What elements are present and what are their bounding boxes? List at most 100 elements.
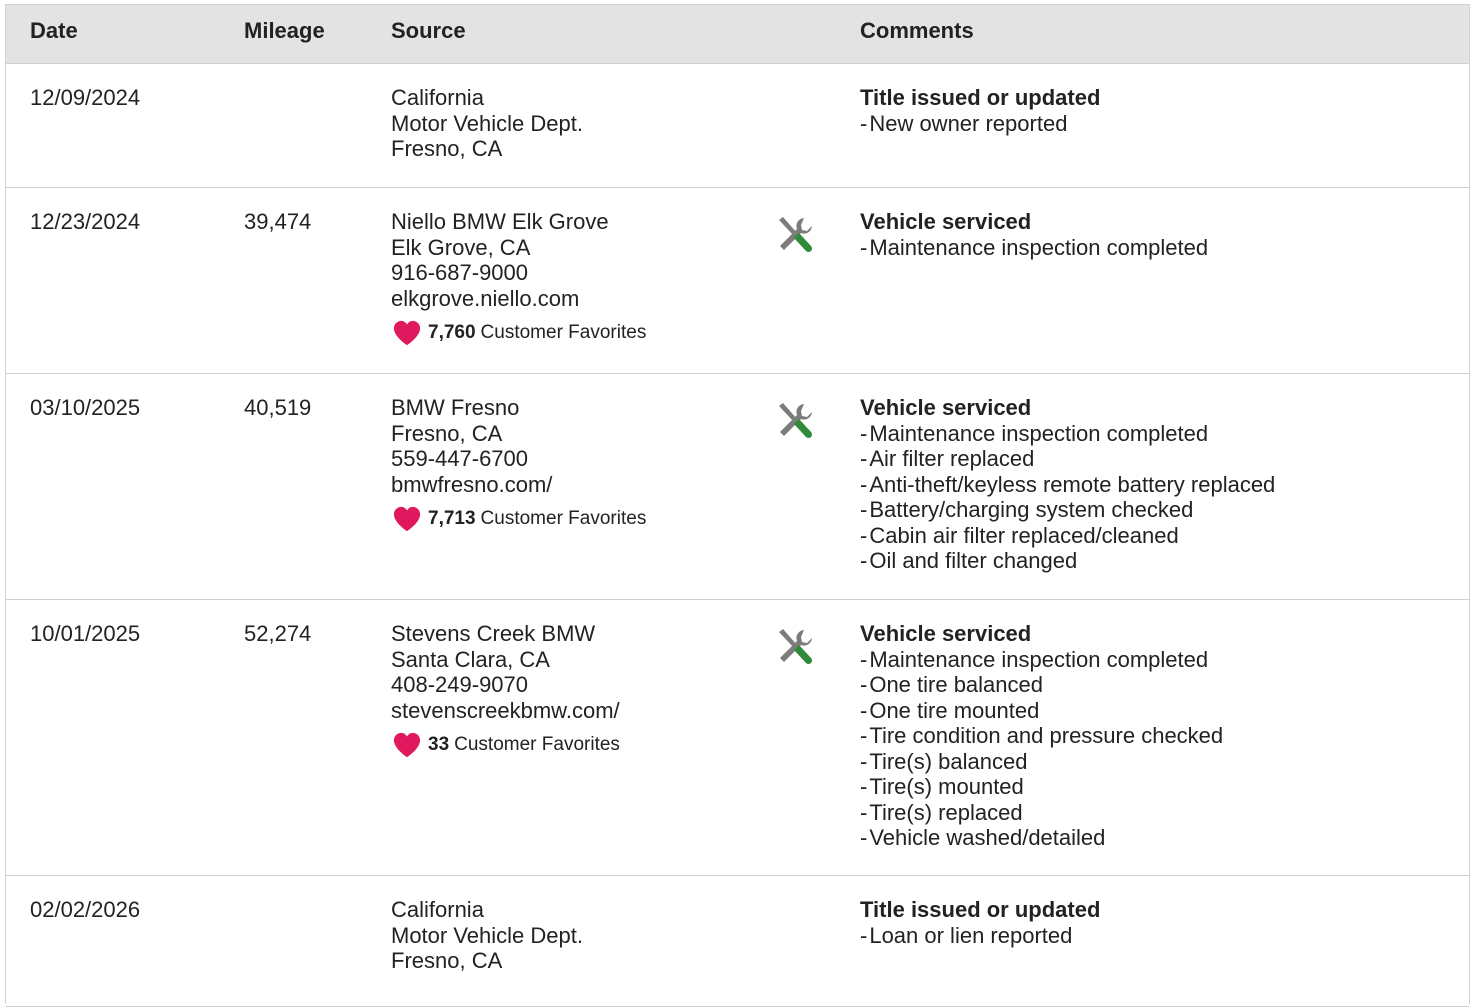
comment-line: -Tire(s) replaced (860, 800, 1223, 826)
comment-text: Loan or lien reported (869, 922, 1073, 948)
row-mileage: 39,474 (244, 209, 312, 234)
comment-title: Vehicle serviced (860, 621, 1032, 646)
header-comments: Comments (860, 18, 974, 43)
comment-line: -Maintenance inspection completed (860, 647, 1223, 673)
header-mileage: Mileage (244, 18, 325, 43)
comment-text: Maintenance inspection completed (869, 420, 1209, 446)
table-row: 03/10/2025 40,519 BMW Fresno Fresno, CA 559-… (6, 374, 1469, 600)
row-date: 03/10/2025 (30, 395, 141, 420)
source-line: California (391, 85, 484, 110)
comment-line: -Vehicle washed/detailed (860, 825, 1223, 851)
customer-favorites[interactable]: 7,713 Customer Favorites (391, 505, 646, 533)
comment-line: -Tire(s) mounted (860, 774, 1223, 800)
comment-text: Tire(s) replaced (869, 799, 1023, 825)
source-line: Fresno, CA (391, 948, 503, 973)
source-line: Stevens Creek BMW (391, 621, 596, 646)
table-row: 10/01/2025 52,274 Stevens Creek BMW Santa C… (6, 600, 1469, 876)
service-tools-icon (779, 629, 813, 665)
comment-dash: - (860, 799, 868, 825)
comment-line: -Cabin air filter replaced/cleaned (860, 523, 1275, 549)
comment-line: -Air filter replaced (860, 446, 1275, 472)
row-date: 10/01/2025 (30, 621, 141, 646)
comment-dash: - (860, 723, 868, 748)
comment-title: Title issued or updated (860, 85, 1101, 110)
favorites-label: Customer Favorites (480, 508, 647, 530)
source-line: 408-249-9070 (391, 672, 529, 697)
table-header: Date Mileage Source Comments (6, 5, 1469, 64)
table-row: 12/23/2024 39,474 Niello BMW Elk Grove Elk … (6, 188, 1469, 374)
source-line: Santa Clara, CA (391, 646, 550, 672)
comment-text: Tire condition and pressure checked (869, 723, 1224, 748)
comment-dash: - (860, 446, 868, 471)
comment-text: Anti-theft/keyless remote battery replac… (869, 471, 1276, 497)
source-line: Motor Vehicle Dept. (391, 110, 583, 136)
source-line: Niello BMW Elk Grove (391, 209, 609, 234)
row-source: California Motor Vehicle Dept. Fresno, CA (391, 897, 583, 974)
comment-text: Oil and filter changed (869, 548, 1078, 573)
heart-icon (393, 320, 421, 346)
favorites-label: Customer Favorites (480, 322, 647, 344)
vehicle-history-table: Date Mileage Source Comments 12/09/2024 C… (5, 4, 1470, 1007)
row-comments: Title issued or updated -New owner report… (860, 85, 1100, 136)
row-source: BMW Fresno Fresno, CA 559-447-6700 bmwfresn… (391, 395, 646, 533)
comment-line: -Tire(s) balanced (860, 749, 1223, 775)
comment-dash: - (860, 234, 868, 260)
favorites-count: 7,760 (428, 322, 476, 344)
comment-line: -New owner reported (860, 111, 1100, 137)
comment-line: -Battery/charging system checked (860, 497, 1275, 523)
comment-line: -One tire balanced (860, 672, 1223, 698)
comment-dash: - (860, 646, 868, 672)
comment-title: Vehicle serviced (860, 209, 1032, 234)
comment-line: -Loan or lien reported (860, 923, 1100, 949)
comment-line: -Maintenance inspection completed (860, 421, 1275, 447)
service-tools-icon (779, 403, 813, 439)
customer-favorites[interactable]: 33 Customer Favorites (391, 731, 620, 759)
source-line: Fresno, CA (391, 420, 503, 446)
comment-dash: - (860, 697, 868, 723)
comment-text: Vehicle washed/detailed (869, 825, 1106, 850)
comment-text: New owner reported (869, 110, 1068, 136)
comment-dash: - (860, 420, 868, 446)
table-row: 12/09/2024 California Motor Vehicle Dept. F… (6, 64, 1469, 188)
comment-dash: - (860, 522, 868, 548)
comment-text: Air filter replaced (869, 446, 1035, 471)
source-line: elkgrove.niello.com (391, 285, 580, 311)
row-comments: Vehicle serviced -Maintenance inspection … (860, 395, 1275, 574)
row-source: Niello BMW Elk Grove Elk Grove, CA 916-687… (391, 209, 646, 347)
favorites-label: Customer Favorites (454, 734, 620, 756)
source-line: Fresno, CA (391, 136, 503, 161)
row-source: California Motor Vehicle Dept. Fresno, CA (391, 85, 583, 162)
comment-dash: - (860, 548, 868, 573)
comment-line: -Oil and filter changed (860, 548, 1275, 574)
service-icon-cell (774, 400, 816, 442)
source-line: BMW Fresno (391, 395, 520, 420)
header-date: Date (30, 18, 78, 43)
comment-title: Vehicle serviced (860, 395, 1032, 420)
comment-line: -Tire condition and pressure checked (860, 723, 1223, 749)
comment-dash: - (860, 774, 868, 799)
comment-line: -Anti-theft/keyless remote battery repla… (860, 472, 1275, 498)
row-date: 02/02/2026 (30, 897, 141, 922)
row-date: 12/09/2024 (30, 85, 141, 110)
comment-text: Maintenance inspection completed (869, 646, 1209, 672)
table-body: 12/09/2024 California Motor Vehicle Dept. F… (6, 64, 1469, 1007)
row-comments: Title issued or updated -Loan or lien rep… (860, 897, 1100, 948)
comment-dash: - (860, 672, 868, 697)
heart-icon (393, 732, 421, 758)
comment-text: Tire(s) balanced (869, 748, 1028, 774)
comment-dash: - (860, 748, 868, 774)
source-line: stevenscreekbmw.com/ (391, 697, 620, 723)
comment-title: Title issued or updated (860, 897, 1101, 922)
source-line: 916-687-9000 (391, 260, 529, 285)
comment-text: Maintenance inspection completed (869, 234, 1209, 260)
comment-text: One tire mounted (869, 697, 1040, 723)
customer-favorites[interactable]: 7,760 Customer Favorites (391, 319, 646, 347)
favorites-count: 7,713 (428, 508, 476, 530)
source-line: 559-447-6700 (391, 446, 529, 471)
source-line: Motor Vehicle Dept. (391, 922, 583, 948)
row-date: 12/23/2024 (30, 209, 141, 234)
comment-text: Battery/charging system checked (869, 497, 1194, 522)
comment-text: Cabin air filter replaced/cleaned (869, 522, 1179, 548)
row-mileage: 52,274 (244, 621, 312, 646)
service-tools-icon (779, 217, 813, 253)
